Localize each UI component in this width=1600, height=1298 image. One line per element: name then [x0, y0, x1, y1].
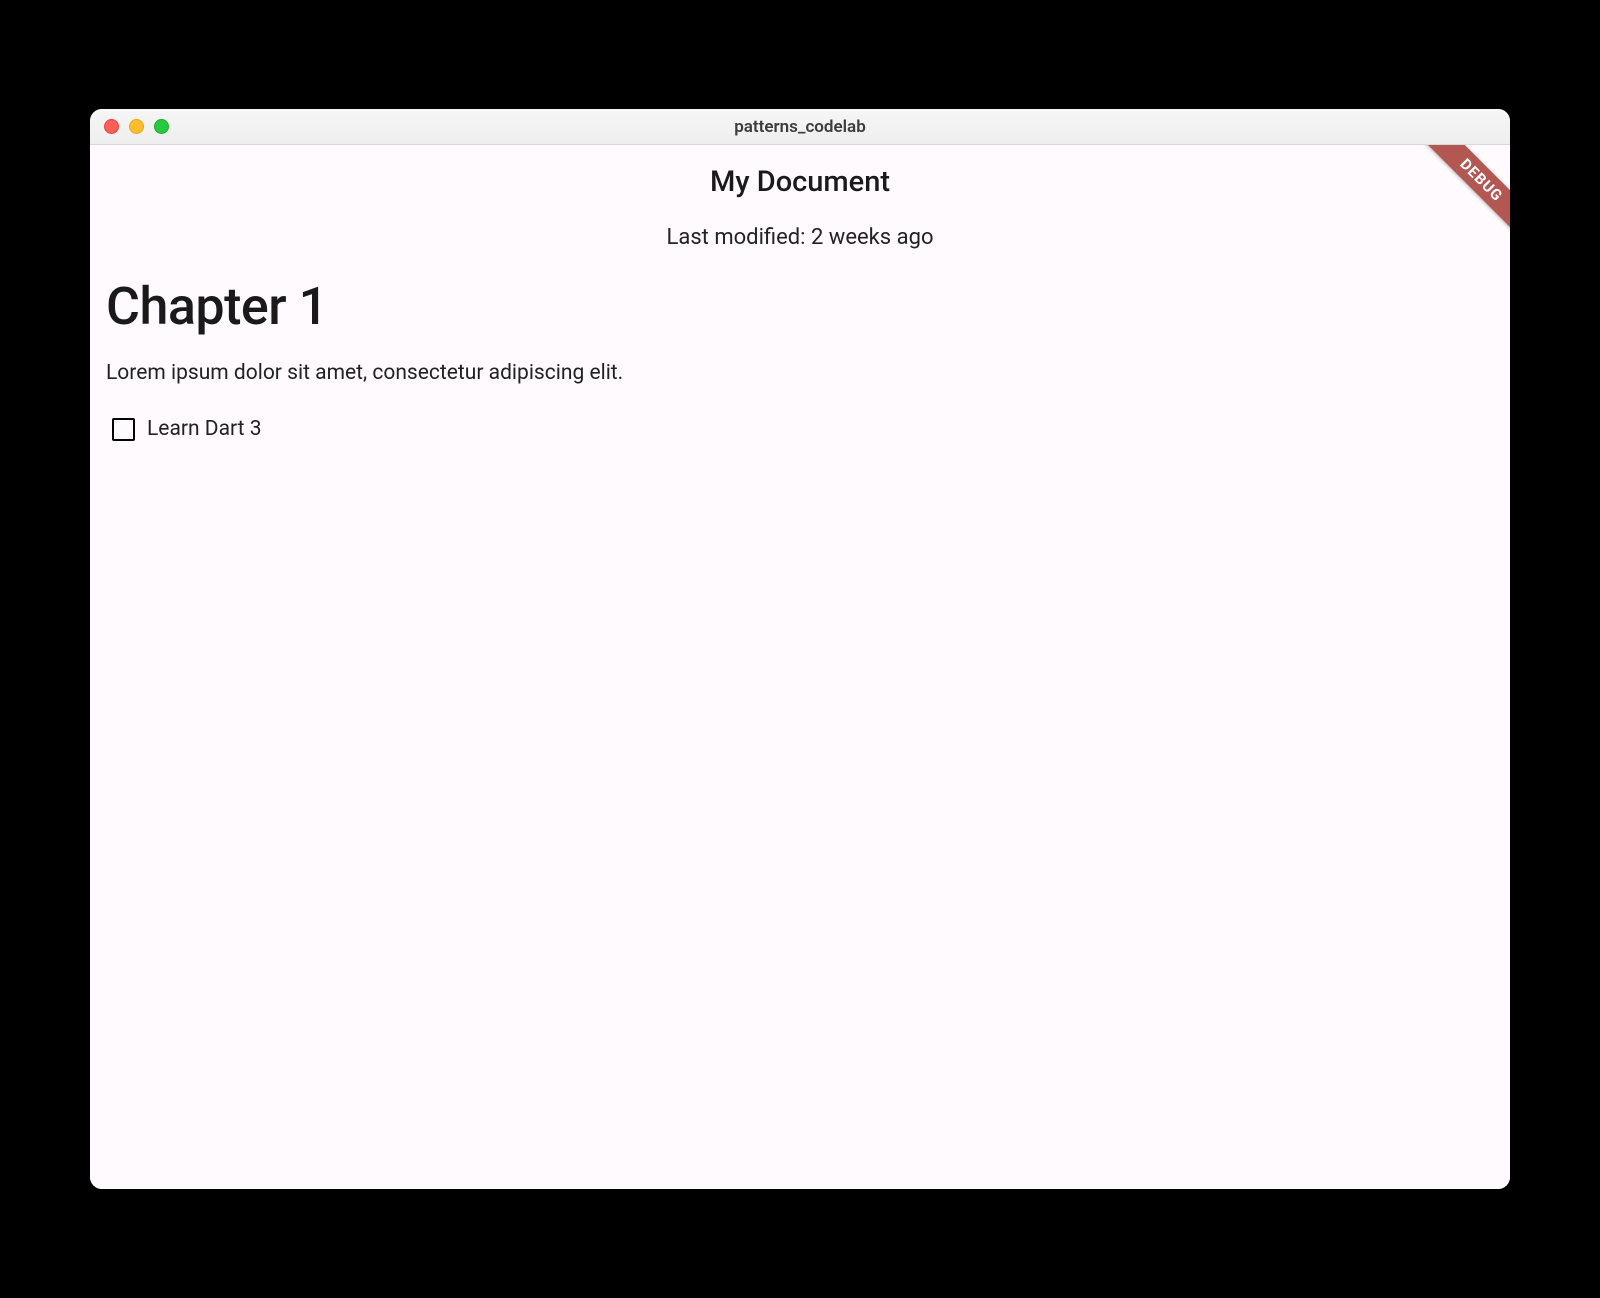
checkbox-row: Learn Dart 3	[106, 417, 1494, 441]
maximize-icon[interactable]	[154, 119, 169, 134]
titlebar: patterns_codelab	[90, 109, 1510, 145]
checkbox-label: Learn Dart 3	[147, 417, 262, 441]
chapter-heading: Chapter 1	[106, 276, 1494, 337]
minimize-icon[interactable]	[129, 119, 144, 134]
app-body: DEBUG My Document Last modified: 2 weeks…	[90, 145, 1510, 1189]
traffic-lights	[90, 119, 169, 134]
paragraph-text: Lorem ipsum dolor sit amet, consectetur …	[106, 361, 1494, 385]
window-title: patterns_codelab	[90, 117, 1510, 137]
page-title: My Document	[90, 165, 1510, 199]
appbar: My Document	[90, 145, 1510, 199]
checkbox-icon[interactable]	[112, 418, 135, 441]
content-area: Chapter 1 Lorem ipsum dolor sit amet, co…	[90, 276, 1510, 441]
app-window: patterns_codelab DEBUG My Document Last …	[90, 109, 1510, 1189]
close-icon[interactable]	[104, 119, 119, 134]
last-modified-text: Last modified: 2 weeks ago	[90, 225, 1510, 250]
